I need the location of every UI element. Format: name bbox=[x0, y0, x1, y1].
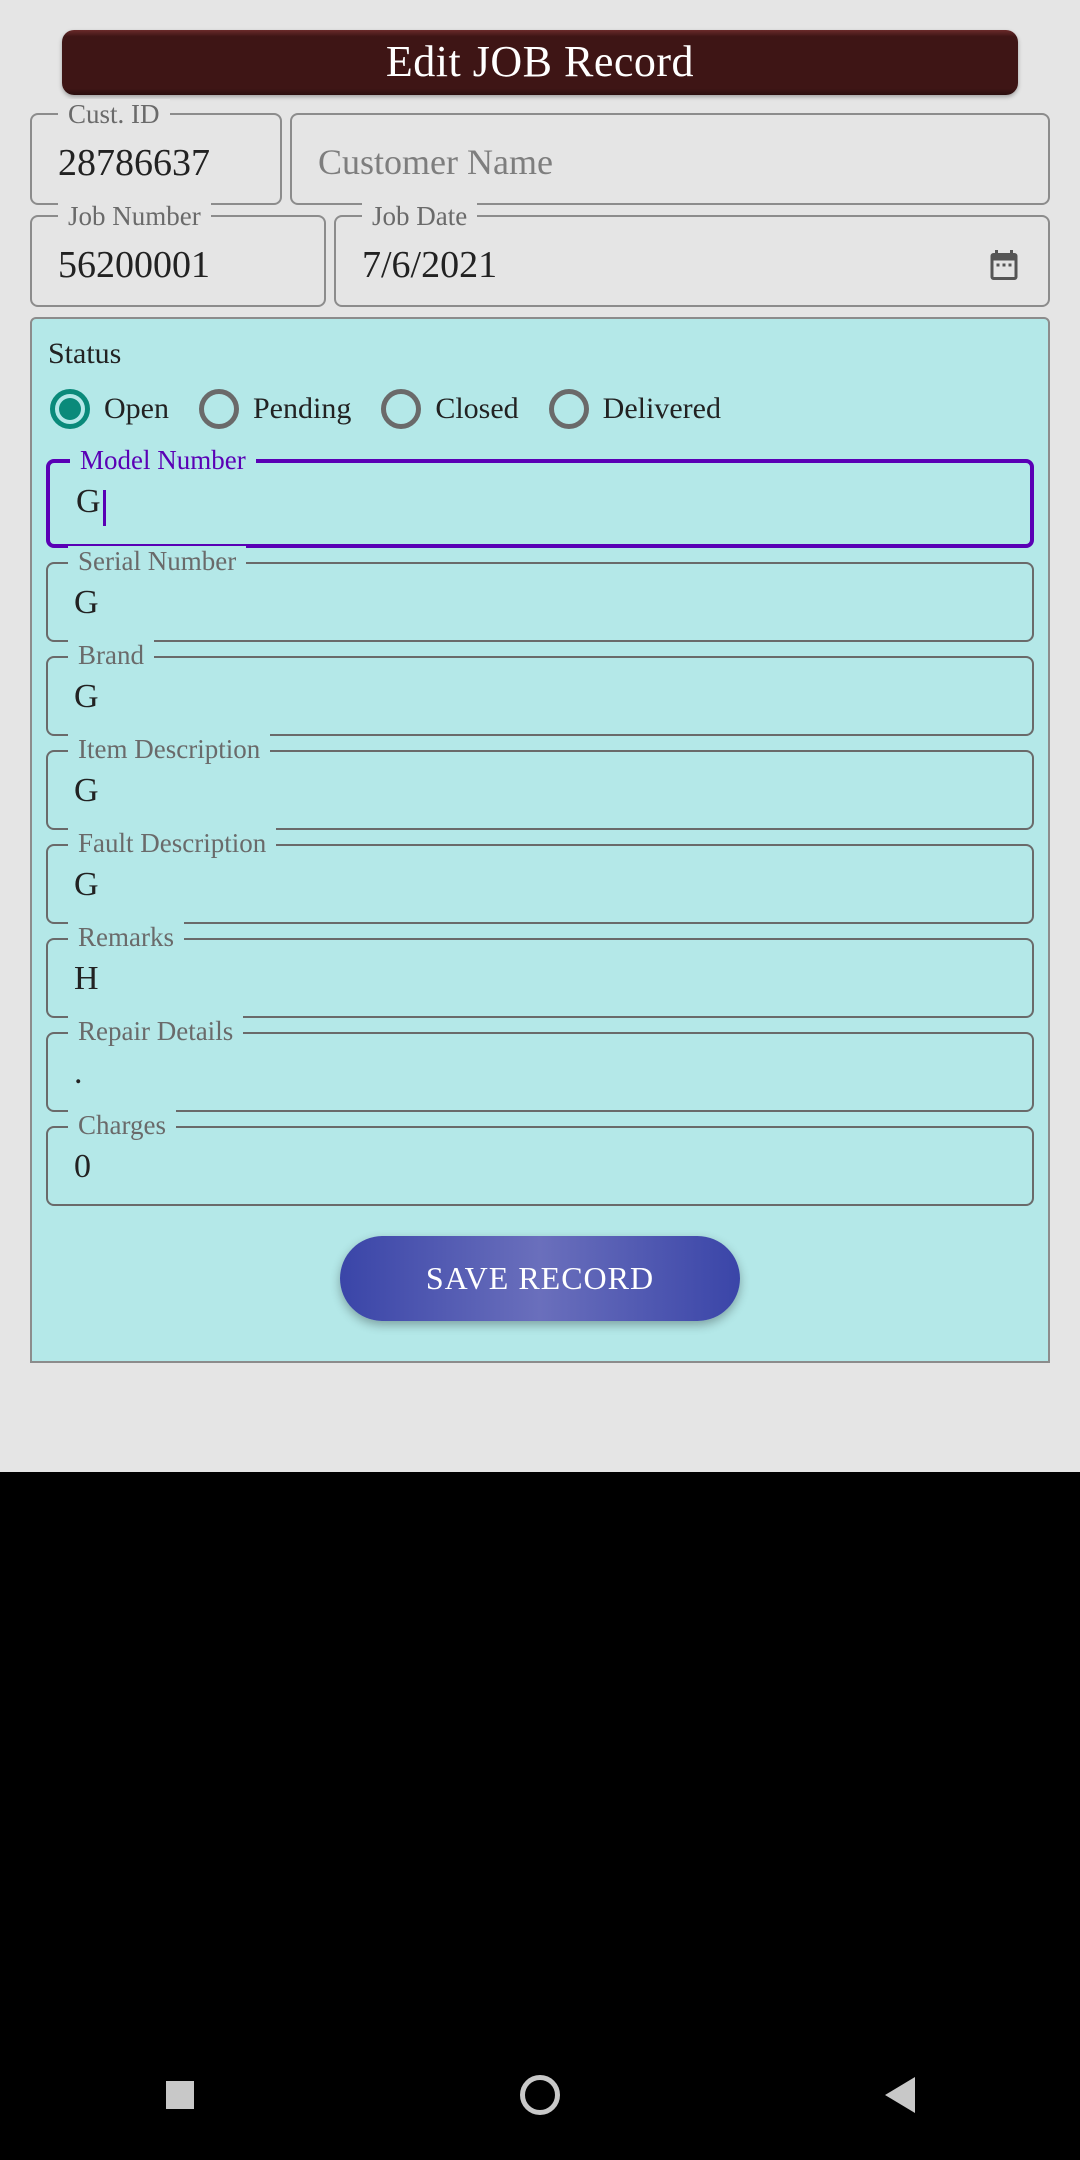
calendar-icon[interactable] bbox=[986, 247, 1022, 283]
item-description-label: Item Description bbox=[68, 734, 270, 765]
repair-details-value: . bbox=[74, 1054, 1006, 1092]
remarks-label: Remarks bbox=[68, 922, 184, 953]
radio-icon bbox=[50, 389, 90, 429]
fault-description-field[interactable]: Fault Description G bbox=[46, 844, 1034, 924]
customer-name-input[interactable] bbox=[318, 141, 1022, 183]
job-number-value: 56200001 bbox=[58, 243, 298, 287]
fault-description-label: Fault Description bbox=[68, 828, 276, 859]
nav-back-button[interactable] bbox=[800, 2030, 1000, 2160]
radio-label: Closed bbox=[435, 392, 518, 426]
android-navbar bbox=[0, 2030, 1080, 2160]
model-number-field[interactable]: Model Number G bbox=[46, 459, 1034, 548]
repair-details-label: Repair Details bbox=[68, 1016, 243, 1047]
status-option-pending[interactable]: Pending bbox=[199, 389, 351, 429]
status-option-open[interactable]: Open bbox=[50, 389, 169, 429]
job-number-field[interactable]: Job Number 56200001 bbox=[30, 215, 326, 307]
remarks-field[interactable]: Remarks H bbox=[46, 938, 1034, 1018]
radio-icon bbox=[199, 389, 239, 429]
brand-label: Brand bbox=[68, 640, 154, 671]
header-bar: Edit JOB Record bbox=[62, 30, 1018, 95]
charges-field[interactable]: Charges 0 bbox=[46, 1126, 1034, 1206]
status-option-delivered[interactable]: Delivered bbox=[549, 389, 721, 429]
circle-icon bbox=[520, 2075, 560, 2115]
save-record-button[interactable]: SAVE RECORD bbox=[340, 1236, 740, 1321]
serial-number-value: G bbox=[74, 584, 1006, 622]
serial-number-field[interactable]: Serial Number G bbox=[46, 562, 1034, 642]
radio-label: Pending bbox=[253, 392, 351, 426]
model-number-value: G bbox=[76, 483, 101, 520]
job-date-value: 7/6/2021 bbox=[362, 243, 986, 287]
serial-number-label: Serial Number bbox=[68, 546, 246, 577]
details-panel: Status Open Pending Closed Delivered Mod… bbox=[30, 317, 1050, 1363]
page-title: Edit JOB Record bbox=[62, 36, 1018, 87]
brand-value: G bbox=[74, 678, 1006, 716]
item-description-value: G bbox=[74, 772, 1006, 810]
brand-field[interactable]: Brand G bbox=[46, 656, 1034, 736]
square-icon bbox=[166, 2081, 194, 2109]
customer-name-field[interactable] bbox=[290, 113, 1050, 205]
job-date-label: Job Date bbox=[362, 201, 477, 232]
status-label: Status bbox=[48, 337, 1036, 371]
radio-icon bbox=[549, 389, 589, 429]
cust-id-label: Cust. ID bbox=[58, 99, 170, 130]
job-number-label: Job Number bbox=[58, 201, 211, 232]
status-radio-group: Open Pending Closed Delivered bbox=[50, 389, 1030, 429]
black-gap bbox=[0, 1472, 1080, 2030]
radio-label: Open bbox=[104, 392, 169, 426]
cust-id-value: 28786637 bbox=[58, 141, 254, 185]
triangle-icon bbox=[885, 2077, 915, 2113]
model-number-label: Model Number bbox=[70, 445, 256, 476]
repair-details-field[interactable]: Repair Details . bbox=[46, 1032, 1034, 1112]
charges-label: Charges bbox=[68, 1110, 176, 1141]
fault-description-value: G bbox=[74, 866, 1006, 904]
item-description-field[interactable]: Item Description G bbox=[46, 750, 1034, 830]
status-option-closed[interactable]: Closed bbox=[381, 389, 518, 429]
job-date-field[interactable]: Job Date 7/6/2021 bbox=[334, 215, 1050, 307]
charges-value: 0 bbox=[74, 1148, 1006, 1186]
radio-label: Delivered bbox=[603, 392, 721, 426]
radio-icon bbox=[381, 389, 421, 429]
remarks-value: H bbox=[74, 960, 1006, 998]
nav-home-button[interactable] bbox=[440, 2030, 640, 2160]
text-cursor bbox=[103, 490, 106, 526]
cust-id-field[interactable]: Cust. ID 28786637 bbox=[30, 113, 282, 205]
nav-recent-button[interactable] bbox=[80, 2030, 280, 2160]
